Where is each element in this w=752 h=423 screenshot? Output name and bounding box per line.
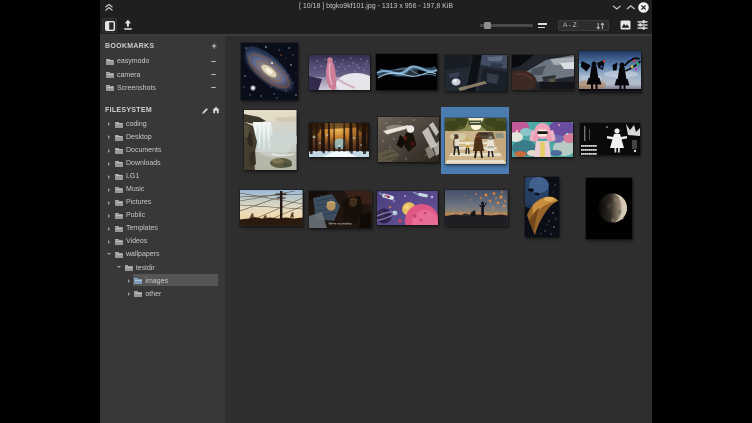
svg-text:We're not worthy: We're not worthy [328, 221, 352, 225]
